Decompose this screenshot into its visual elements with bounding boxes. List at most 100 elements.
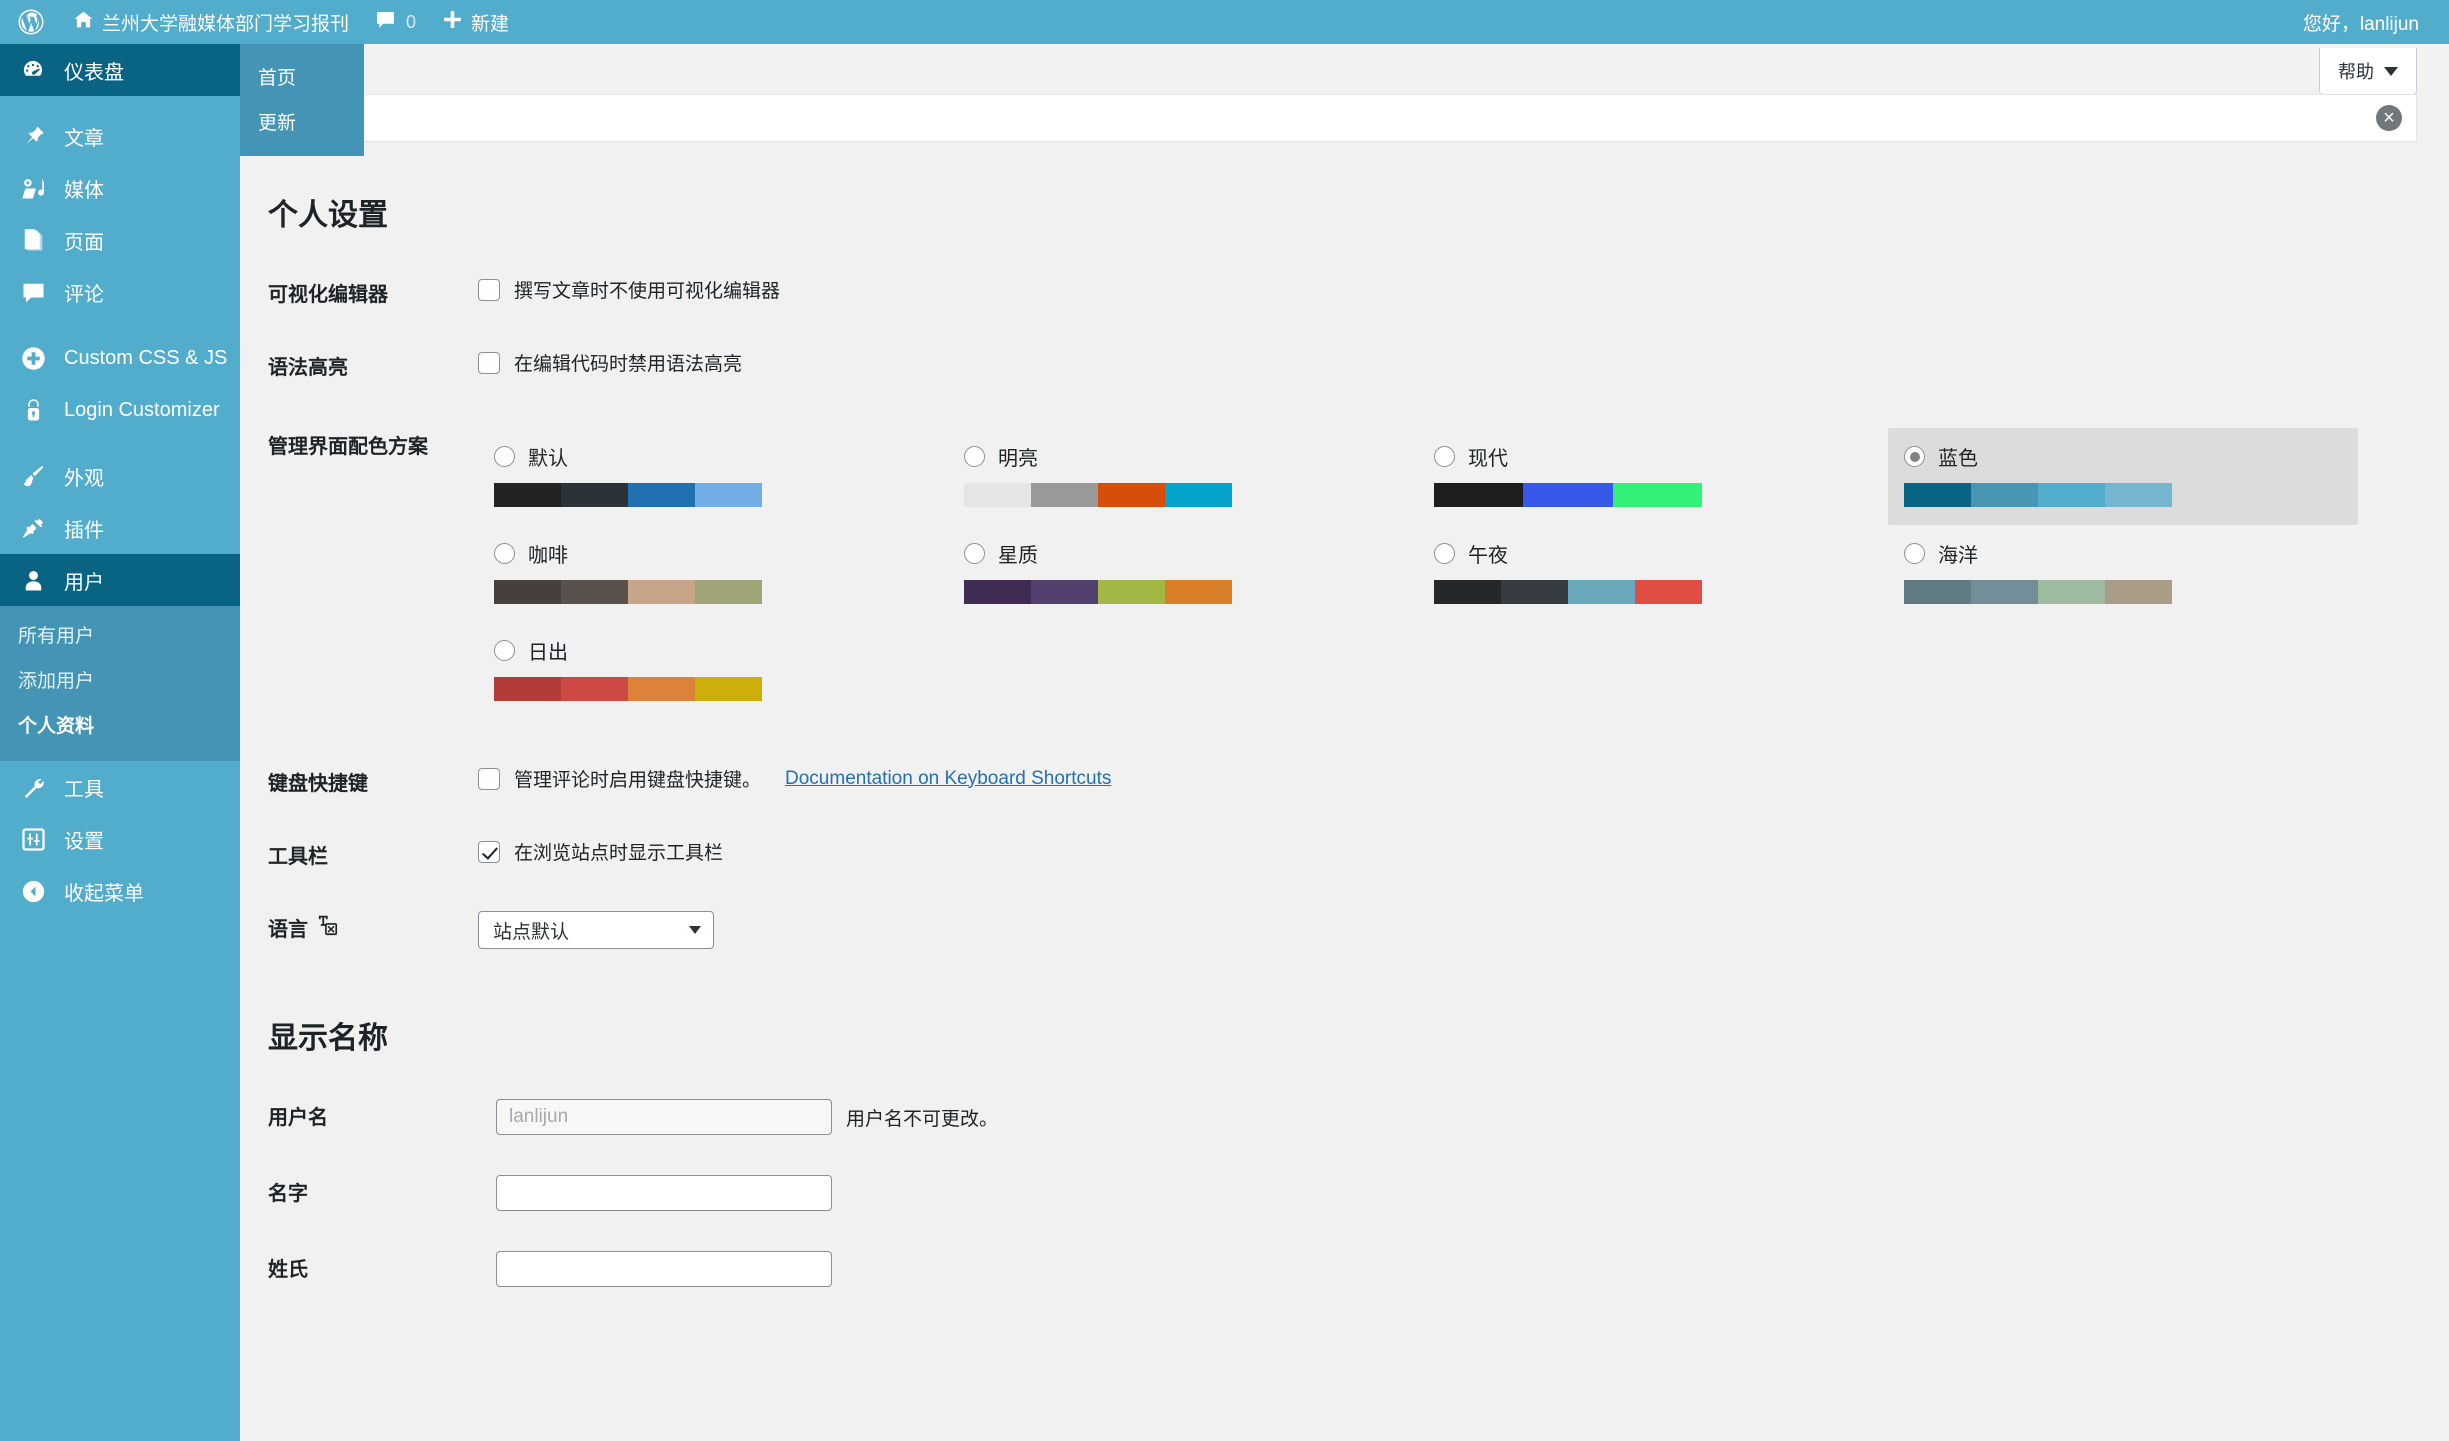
color-swatch bbox=[628, 677, 695, 701]
sidebar-item-login-customizer[interactable]: Login Customizer bbox=[0, 384, 240, 436]
comments-button[interactable]: 0 bbox=[362, 0, 429, 44]
user-icon bbox=[18, 568, 48, 593]
color-scheme-option[interactable]: 明亮 bbox=[948, 428, 1418, 525]
sidebar-item-settings[interactable]: 设置 bbox=[0, 813, 240, 865]
syntax-highlighting-checkbox-row[interactable]: 在编辑代码时禁用语法高亮 bbox=[478, 349, 2358, 376]
sidebar-item-dashboard[interactable]: 仪表盘 bbox=[0, 44, 252, 96]
color-scheme-option[interactable]: 咖啡 bbox=[478, 525, 948, 622]
sidebar-item-custom-css-js[interactable]: Custom CSS & JS bbox=[0, 332, 240, 384]
collapse-icon bbox=[18, 879, 48, 904]
flyout-item-home[interactable]: 首页 bbox=[240, 54, 364, 99]
color-scheme-name: 咖啡 bbox=[528, 545, 568, 567]
color-scheme-radio[interactable] bbox=[964, 446, 985, 467]
color-scheme-name: 午夜 bbox=[1468, 545, 1508, 567]
toolbar-checkbox-label: 在浏览站点时显示工具栏 bbox=[514, 843, 724, 864]
color-scheme-radio[interactable] bbox=[1434, 446, 1455, 467]
sidebar-item-media[interactable]: 媒体 bbox=[0, 162, 240, 214]
sidebar-item-comments[interactable]: 评论 bbox=[0, 266, 240, 318]
keyboard-shortcuts-row: 管理评论时启用键盘快捷键。 Documentation on Keyboard … bbox=[478, 765, 2358, 792]
sidebar-item-users[interactable]: 用户 bbox=[0, 554, 252, 606]
username-input bbox=[496, 1099, 832, 1135]
color-scheme-radio[interactable] bbox=[1904, 446, 1925, 467]
sidebar-item-posts[interactable]: 文章 bbox=[0, 110, 240, 162]
toolbar-checkbox[interactable] bbox=[478, 840, 500, 863]
color-scheme-name: 海洋 bbox=[1938, 545, 1978, 567]
color-scheme-option[interactable]: 海洋 bbox=[1888, 525, 2358, 622]
toolbar-label: 工具栏 bbox=[268, 846, 328, 868]
last-name-label: 姓氏 bbox=[268, 1259, 308, 1281]
sidebar-subitem-profile[interactable]: 个人资料 bbox=[0, 702, 240, 747]
color-scheme-option[interactable]: 星质 bbox=[948, 525, 1418, 622]
color-scheme-radio[interactable] bbox=[964, 543, 985, 564]
syntax-highlighting-checkbox[interactable] bbox=[478, 351, 500, 374]
sidebar-item-appearance[interactable]: 外观 bbox=[0, 450, 240, 502]
color-scheme-swatches bbox=[494, 580, 762, 604]
visual-editor-checkbox[interactable] bbox=[478, 278, 500, 301]
site-name-label: 兰州大学融媒体部门学习报刊 bbox=[102, 13, 350, 35]
color-swatch bbox=[1434, 580, 1501, 604]
sidebar-item-label: 评论 bbox=[64, 283, 104, 306]
color-scheme-option[interactable]: 日出 bbox=[478, 622, 948, 719]
sidebar-item-tools[interactable]: 工具 bbox=[0, 761, 240, 813]
pages-icon bbox=[18, 228, 48, 253]
color-swatch bbox=[695, 677, 762, 701]
sidebar-subitem-all-users[interactable]: 所有用户 bbox=[0, 612, 240, 657]
flyout-item-updates[interactable]: 更新 bbox=[240, 99, 364, 144]
sidebar-item-label: 插件 bbox=[64, 519, 104, 542]
row-syntax-highlighting: 语法高亮 在编辑代码时禁用语法高亮 bbox=[268, 329, 2368, 402]
plug-icon bbox=[18, 516, 48, 541]
help-tab-button[interactable]: 帮助 bbox=[2319, 48, 2417, 95]
color-scheme-option[interactable]: 现代 bbox=[1418, 428, 1888, 525]
comment-icon bbox=[18, 280, 48, 305]
toolbar-checkbox-row[interactable]: 在浏览站点时显示工具栏 bbox=[478, 838, 2358, 865]
sidebar-item-pages[interactable]: 页面 bbox=[0, 214, 240, 266]
my-account-menu[interactable]: 您好，lanlijun bbox=[2290, 0, 2449, 44]
sidebar-item-label: 外观 bbox=[64, 467, 104, 490]
new-content-button[interactable]: 新建 bbox=[429, 0, 522, 44]
keyboard-shortcuts-checkbox[interactable] bbox=[478, 767, 500, 790]
color-swatch bbox=[2038, 483, 2105, 507]
sidebar-item-label: 仪表盘 bbox=[64, 61, 124, 84]
color-scheme-radio[interactable] bbox=[494, 543, 515, 564]
keyboard-shortcuts-doc-link[interactable]: Documentation on Keyboard Shortcuts bbox=[785, 768, 1111, 790]
dismiss-notice-button[interactable]: × bbox=[2376, 105, 2402, 131]
language-select[interactable]: 站点默认 bbox=[478, 911, 714, 949]
plus-icon bbox=[442, 9, 463, 36]
color-swatch bbox=[2038, 580, 2105, 604]
color-scheme-option[interactable]: 蓝色 bbox=[1888, 428, 2358, 525]
color-scheme-option[interactable]: 默认 bbox=[478, 428, 948, 525]
site-name-menu[interactable]: 兰州大学融媒体部门学习报刊 bbox=[60, 0, 362, 44]
color-scheme-name: 蓝色 bbox=[1938, 448, 1978, 470]
row-language: 语言 站点默认 bbox=[268, 891, 2368, 969]
visual-editor-checkbox-row[interactable]: 撰写文章时不使用可视化编辑器 bbox=[478, 276, 2358, 303]
color-swatch bbox=[964, 483, 1031, 507]
color-scheme-option[interactable]: 午夜 bbox=[1418, 525, 1888, 622]
first-name-input[interactable] bbox=[496, 1175, 832, 1211]
color-swatch bbox=[1165, 580, 1232, 604]
color-scheme-swatches bbox=[1904, 483, 2172, 507]
color-scheme-radio[interactable] bbox=[494, 640, 515, 661]
color-scheme-radio[interactable] bbox=[1434, 543, 1455, 564]
admin-bar: 兰州大学融媒体部门学习报刊 0 新建 您好，lanlijun bbox=[0, 0, 2449, 44]
screen-meta-bar: 帮助 bbox=[240, 44, 2449, 95]
row-keyboard-shortcuts: 键盘快捷键 管理评论时启用键盘快捷键。 Documentation on Key… bbox=[268, 745, 2368, 818]
row-last-name: 姓氏 bbox=[268, 1231, 2368, 1307]
sidebar-subitem-add-user[interactable]: 添加用户 bbox=[0, 657, 240, 702]
wp-logo-button[interactable] bbox=[0, 0, 60, 44]
color-swatch bbox=[1165, 483, 1232, 507]
sidebar-item-label: 收起菜单 bbox=[64, 882, 144, 905]
visual-editor-checkbox-label: 撰写文章时不使用可视化编辑器 bbox=[514, 281, 781, 302]
color-scheme-radio[interactable] bbox=[494, 446, 515, 467]
sidebar-item-plugins[interactable]: 插件 bbox=[0, 502, 240, 554]
color-swatch bbox=[1568, 580, 1635, 604]
collapse-menu-button[interactable]: 收起菜单 bbox=[0, 865, 240, 917]
last-name-input[interactable] bbox=[496, 1251, 832, 1287]
color-scheme-swatches bbox=[1434, 580, 1702, 604]
color-swatch bbox=[1501, 580, 1568, 604]
color-scheme-swatches bbox=[1434, 483, 1702, 507]
color-scheme-radio[interactable] bbox=[1904, 543, 1925, 564]
color-scheme-name: 星质 bbox=[998, 545, 1038, 567]
profile-form: 个人设置 可视化编辑器 撰写文章时不使用可视化编辑器 语法高亮 在编辑代码时禁用… bbox=[240, 142, 2449, 1307]
plus-circle-icon bbox=[18, 346, 48, 371]
color-scheme-name: 现代 bbox=[1468, 448, 1508, 470]
